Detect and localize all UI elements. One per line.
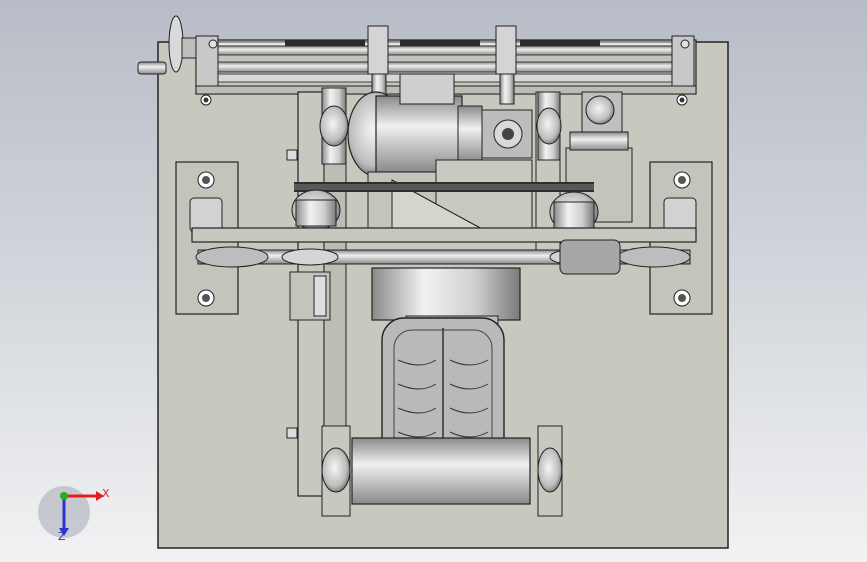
tension-bracket bbox=[289, 271, 331, 321]
lower-axle bbox=[321, 425, 563, 517]
triad-z-label: Z bbox=[58, 530, 66, 543]
upper-left-bearing bbox=[319, 87, 349, 165]
cad-viewport[interactable]: X Z bbox=[0, 0, 867, 562]
triad-x-label: X bbox=[102, 487, 110, 500]
orientation-triad[interactable] bbox=[38, 486, 104, 538]
upper-right-bearing bbox=[536, 91, 562, 161]
assembly-model-view[interactable] bbox=[0, 0, 867, 562]
y-axis-dot bbox=[60, 492, 68, 500]
